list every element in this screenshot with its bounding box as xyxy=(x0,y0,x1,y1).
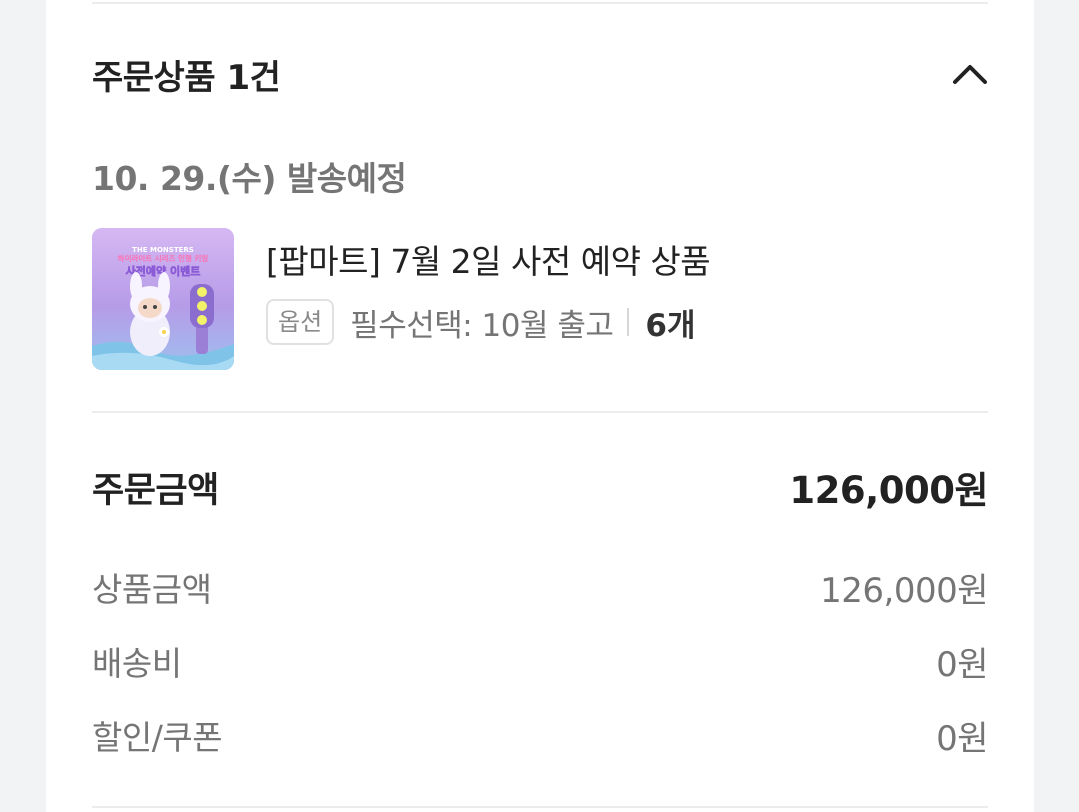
order-card: 주문상품 1건 10. 29.(수) 발송예정 THE MONSTERS 하이라… xyxy=(46,0,1034,812)
section-title: 주문상품 1건 xyxy=(92,57,281,98)
thumb-brand: THE MONSTERS xyxy=(132,246,194,254)
thumb-line1: 하이라이트 시리즈 인형 키링 xyxy=(118,253,209,263)
product-amount-label: 상품금액 xyxy=(92,570,212,609)
summary-divider xyxy=(92,411,988,413)
product-name[interactable]: [팝마트] 7월 2일 사전 예약 상품 xyxy=(266,235,711,283)
bottom-divider xyxy=(92,806,988,808)
shipping-fee-value: 0원 xyxy=(936,644,988,685)
shipping-fee-label: 배송비 xyxy=(92,644,182,683)
product-info: [팝마트] 7월 2일 사전 예약 상품 옵션 필수선택: 10월 출고 6개 xyxy=(266,228,711,370)
order-products-header[interactable]: 주문상품 1건 xyxy=(92,48,988,100)
discount-row: 할인/쿠폰 0원 xyxy=(92,711,988,759)
ship-date: 10. 29.(수) 발송예정 xyxy=(92,159,407,198)
option-quantity: 6개 xyxy=(645,307,696,344)
product-thumbnail[interactable]: THE MONSTERS 하이라이트 시리즈 인형 키링 사전예약 이벤트 xyxy=(92,228,234,370)
option-separator xyxy=(627,308,630,336)
discount-label: 할인/쿠폰 xyxy=(92,718,223,757)
product-item[interactable]: THE MONSTERS 하이라이트 시리즈 인형 키링 사전예약 이벤트 [팝… xyxy=(92,228,988,370)
product-image: THE MONSTERS 하이라이트 시리즈 인형 키링 사전예약 이벤트 xyxy=(92,228,234,370)
shipping-fee-row: 배송비 0원 xyxy=(92,637,988,685)
total-label: 주문금액 xyxy=(92,470,219,511)
top-divider xyxy=(92,2,988,4)
discount-value: 0원 xyxy=(936,718,988,759)
product-amount-row: 상품금액 126,000원 xyxy=(92,563,988,611)
total-value: 126,000원 xyxy=(789,469,988,512)
collapse-button[interactable] xyxy=(948,52,992,96)
order-total-row: 주문금액 126,000원 xyxy=(92,462,988,512)
option-text: 필수선택: 10월 출고 xyxy=(350,307,614,344)
option-line: 옵션 필수선택: 10월 출고 6개 xyxy=(266,299,710,345)
product-amount-value: 126,000원 xyxy=(820,570,988,611)
chevron-up-icon xyxy=(953,65,987,84)
option-badge: 옵션 xyxy=(266,299,335,345)
